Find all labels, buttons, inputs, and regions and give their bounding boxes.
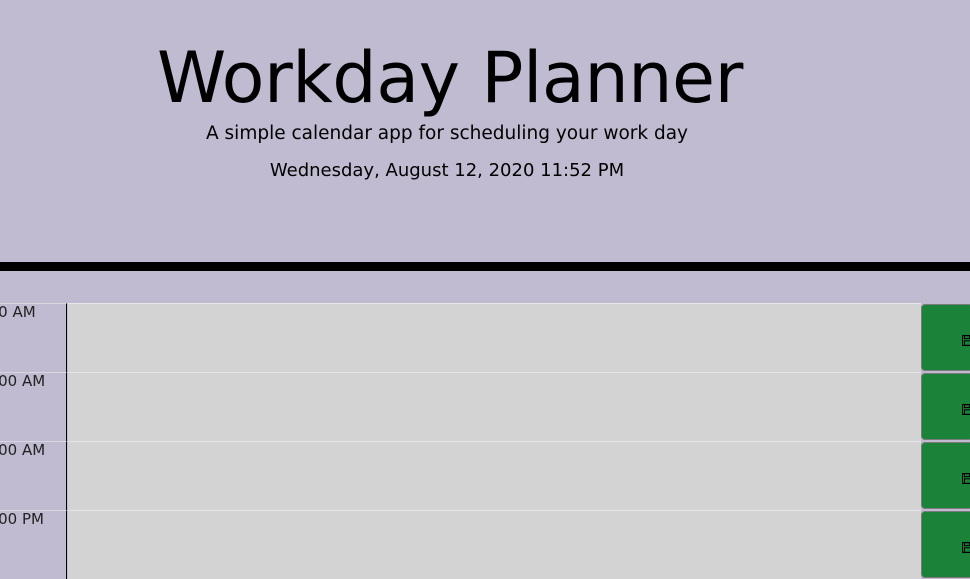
hour-label: 9:00 AM [0,304,46,321]
page-title: Workday Planner [157,34,737,122]
time-block: 9:00 AM [0,303,970,372]
hour-column: 9:00 AM [0,303,67,372]
page-subtitle: A simple calendar app for scheduling you… [157,121,737,147]
time-block: 10:00 AM [0,372,970,441]
header: Workday Planner A simple calendar app fo… [0,0,970,262]
event-description-input[interactable] [68,303,921,372]
event-description-input[interactable] [68,372,921,441]
hour-column: 11:00 AM [0,441,67,510]
floppy-disk-icon [962,542,970,553]
time-block: 12:00 PM [0,510,970,579]
hour-label: 11:00 AM [0,442,46,459]
current-day: Wednesday, August 12, 2020 11:52 PM [157,158,737,184]
floppy-disk-icon [962,473,970,484]
time-block: 11:00 AM [0,441,970,510]
save-button[interactable] [921,373,970,440]
hour-column: 12:00 PM [0,510,67,579]
floppy-disk-icon [962,335,970,346]
header-divider [0,262,970,271]
floppy-disk-icon [962,404,970,415]
save-button[interactable] [921,511,970,578]
save-button[interactable] [921,304,970,371]
save-button[interactable] [921,442,970,509]
planner-container: 9:00 AM 10:00 AM 11:00 AM [0,303,970,579]
event-description-input[interactable] [68,441,921,510]
event-description-input[interactable] [68,510,921,579]
hour-label: 12:00 PM [0,511,46,528]
hour-column: 10:00 AM [0,372,67,441]
hour-label: 10:00 AM [0,373,46,390]
